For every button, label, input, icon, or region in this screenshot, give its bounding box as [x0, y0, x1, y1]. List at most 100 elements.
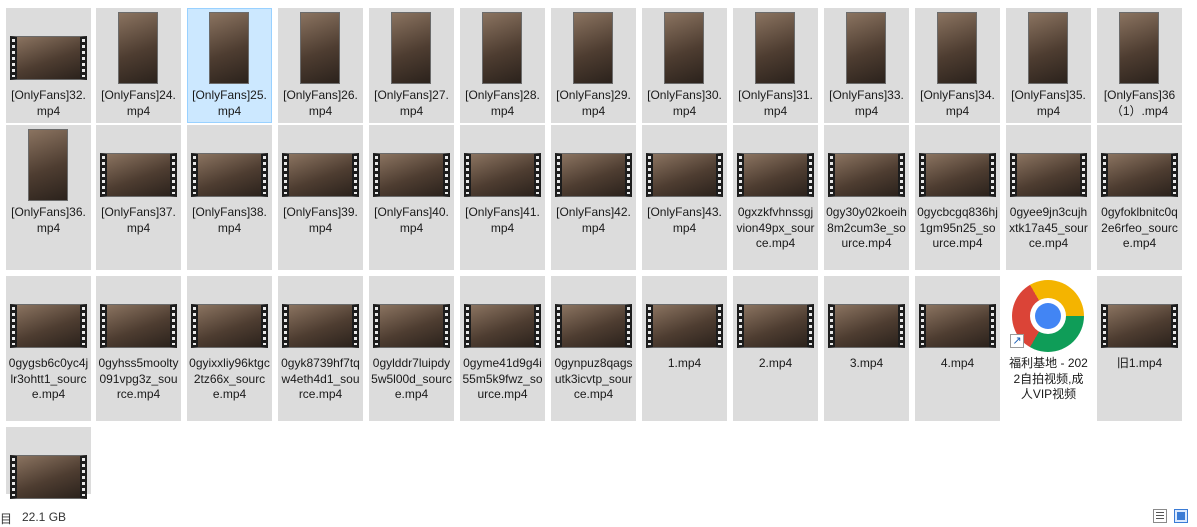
file-item[interactable]: [OnlyFans]27.mp4: [369, 8, 454, 123]
file-item[interactable]: [OnlyFans]41.mp4: [460, 125, 545, 270]
file-item[interactable]: 0gycbcgq836hj1gm95n25_source.mp4: [915, 125, 1000, 270]
file-item[interactable]: 0gy30y02koeih8m2cum3e_source.mp4: [824, 125, 909, 270]
file-name: 0gyfoklbnitc0q2e6rfeo_source.mp4: [1101, 205, 1178, 250]
video-thumbnail: [551, 8, 636, 92]
video-thumbnail: [187, 276, 272, 360]
video-thumbnail: [1006, 125, 1091, 209]
video-thumbnail: [6, 276, 91, 360]
shortcut-icon-wrap: ↗: [1006, 276, 1091, 360]
file-item[interactable]: [OnlyFans]39.mp4: [278, 125, 363, 270]
file-name: [OnlyFans]31.mp4: [738, 88, 813, 118]
video-thumbnail: [1097, 276, 1182, 360]
file-name: 3.mp4: [849, 356, 884, 370]
file-item[interactable]: [OnlyFans]43.mp4: [642, 125, 727, 270]
video-thumbnail: [1097, 8, 1182, 92]
file-item[interactable]: [OnlyFans]42.mp4: [551, 125, 636, 270]
file-name: 0gyhss5moolty091vpg3z_source.mp4: [98, 356, 179, 401]
file-item[interactable]: 旧1.mp4: [1097, 276, 1182, 421]
video-thumbnail: [642, 8, 727, 92]
video-thumbnail: [6, 125, 91, 209]
video-thumbnail: [551, 276, 636, 360]
details-view-icon[interactable]: [1153, 509, 1167, 523]
file-item[interactable]: 0gyme41d9g4i55m5k9fwz_source.mp4: [460, 276, 545, 421]
file-item[interactable]: 0gylddr7luipdy5w5l00d_source.mp4: [369, 276, 454, 421]
video-frame-thumbnail: [391, 12, 431, 84]
video-thumbnail: [460, 276, 545, 360]
film-strip-thumbnail: [464, 153, 541, 197]
file-item[interactable]: 0gyhss5moolty091vpg3z_source.mp4: [96, 276, 181, 421]
file-item[interactable]: ↗ 福利基地 - 2022自拍视频,成人VIP视频: [1006, 276, 1091, 421]
film-strip-thumbnail: [191, 153, 268, 197]
file-name: 0gyk8739hf7tqw4eth4d1_source.mp4: [281, 356, 360, 401]
large-icons-view-icon[interactable]: [1174, 509, 1188, 523]
file-item[interactable]: 4.mp4: [915, 276, 1000, 421]
file-item[interactable]: [OnlyFans]24.mp4: [96, 8, 181, 123]
file-item[interactable]: 0gyee9jn3cujhxtk17a45_source.mp4: [1006, 125, 1091, 270]
file-item[interactable]: 3.mp4: [824, 276, 909, 421]
video-frame-thumbnail: [300, 12, 340, 84]
film-strip-thumbnail: [100, 153, 177, 197]
file-item[interactable]: [OnlyFans]30.mp4: [642, 8, 727, 123]
video-frame-thumbnail: [755, 12, 795, 84]
file-name: [OnlyFans]36（1）.mp4: [1103, 88, 1176, 118]
file-item[interactable]: 0gyixxliy96ktgc2tz66x_source.mp4: [187, 276, 272, 421]
video-frame-thumbnail: [846, 12, 886, 84]
video-frame-thumbnail: [573, 12, 613, 84]
file-name: 0gycbcgq836hj1gm95n25_source.mp4: [917, 205, 998, 250]
video-thumbnail: [187, 125, 272, 209]
video-thumbnail: [460, 125, 545, 209]
file-name: [OnlyFans]38.mp4: [192, 205, 267, 235]
file-name: 0gyee9jn3cujhxtk17a45_source.mp4: [1009, 205, 1088, 250]
file-item[interactable]: 0gyfoklbnitc0q2e6rfeo_source.mp4: [1097, 125, 1182, 270]
file-name: [OnlyFans]37.mp4: [101, 205, 176, 235]
file-item[interactable]: [OnlyFans]37.mp4: [96, 125, 181, 270]
file-item[interactable]: 0gyk8739hf7tqw4eth4d1_source.mp4: [278, 276, 363, 421]
file-name: [OnlyFans]39.mp4: [283, 205, 358, 235]
file-name: [OnlyFans]35.mp4: [1011, 88, 1086, 118]
video-thumbnail: [733, 8, 818, 92]
file-name: [OnlyFans]34.mp4: [920, 88, 995, 118]
film-strip-thumbnail: [10, 36, 87, 80]
video-thumbnail: [551, 125, 636, 209]
file-item[interactable]: 0gygsb6c0yc4jlr3ohtt1_source.mp4: [6, 276, 91, 421]
file-item[interactable]: [OnlyFans]38.mp4: [187, 125, 272, 270]
file-name: [OnlyFans]24.mp4: [101, 88, 176, 118]
file-item[interactable]: 旧2.mp4: [6, 427, 91, 521]
file-item[interactable]: [OnlyFans]35.mp4: [1006, 8, 1091, 123]
file-name: [OnlyFans]29.mp4: [556, 88, 631, 118]
film-strip-thumbnail: [282, 153, 359, 197]
video-thumbnail: [96, 276, 181, 360]
file-item[interactable]: 0gynpuz8qagsutk3icvtp_source.mp4: [551, 276, 636, 421]
file-item[interactable]: 2.mp4: [733, 276, 818, 421]
video-frame-thumbnail: [664, 12, 704, 84]
file-item[interactable]: [OnlyFans]25.mp4: [187, 8, 272, 123]
video-thumbnail: [187, 8, 272, 92]
file-item[interactable]: 0gxzkfvhnssgjvion49px_source.mp4: [733, 125, 818, 270]
video-frame-thumbnail: [1119, 12, 1159, 84]
file-item[interactable]: [OnlyFans]28.mp4: [460, 8, 545, 123]
file-item[interactable]: [OnlyFans]31.mp4: [733, 8, 818, 123]
video-thumbnail: [824, 276, 909, 360]
file-item[interactable]: [OnlyFans]36.mp4: [6, 125, 91, 270]
video-thumbnail: [824, 8, 909, 92]
file-item[interactable]: [OnlyFans]29.mp4: [551, 8, 636, 123]
video-thumbnail: [733, 125, 818, 209]
file-item[interactable]: [OnlyFans]36（1）.mp4: [1097, 8, 1182, 123]
file-item[interactable]: [OnlyFans]26.mp4: [278, 8, 363, 123]
file-name: 0gyixxliy96ktgc2tz66x_source.mp4: [189, 356, 270, 401]
film-strip-thumbnail: [1101, 304, 1178, 348]
file-item[interactable]: [OnlyFans]33.mp4: [824, 8, 909, 123]
film-strip-thumbnail: [100, 304, 177, 348]
file-item[interactable]: [OnlyFans]34.mp4: [915, 8, 1000, 123]
file-name: [OnlyFans]25.mp4: [192, 88, 267, 118]
file-item[interactable]: 1.mp4: [642, 276, 727, 421]
video-thumbnail: [278, 8, 363, 92]
video-thumbnail: [642, 276, 727, 360]
total-size: 22.1 GB: [22, 510, 67, 524]
file-name: 0gynpuz8qagsutk3icvtp_source.mp4: [554, 356, 633, 401]
file-name: [OnlyFans]28.mp4: [465, 88, 540, 118]
file-item[interactable]: [OnlyFans]40.mp4: [369, 125, 454, 270]
film-strip-thumbnail: [373, 153, 450, 197]
file-item[interactable]: [OnlyFans]32.mp4: [6, 8, 91, 123]
file-name: 0gxzkfvhnssgjvion49px_source.mp4: [736, 205, 815, 250]
